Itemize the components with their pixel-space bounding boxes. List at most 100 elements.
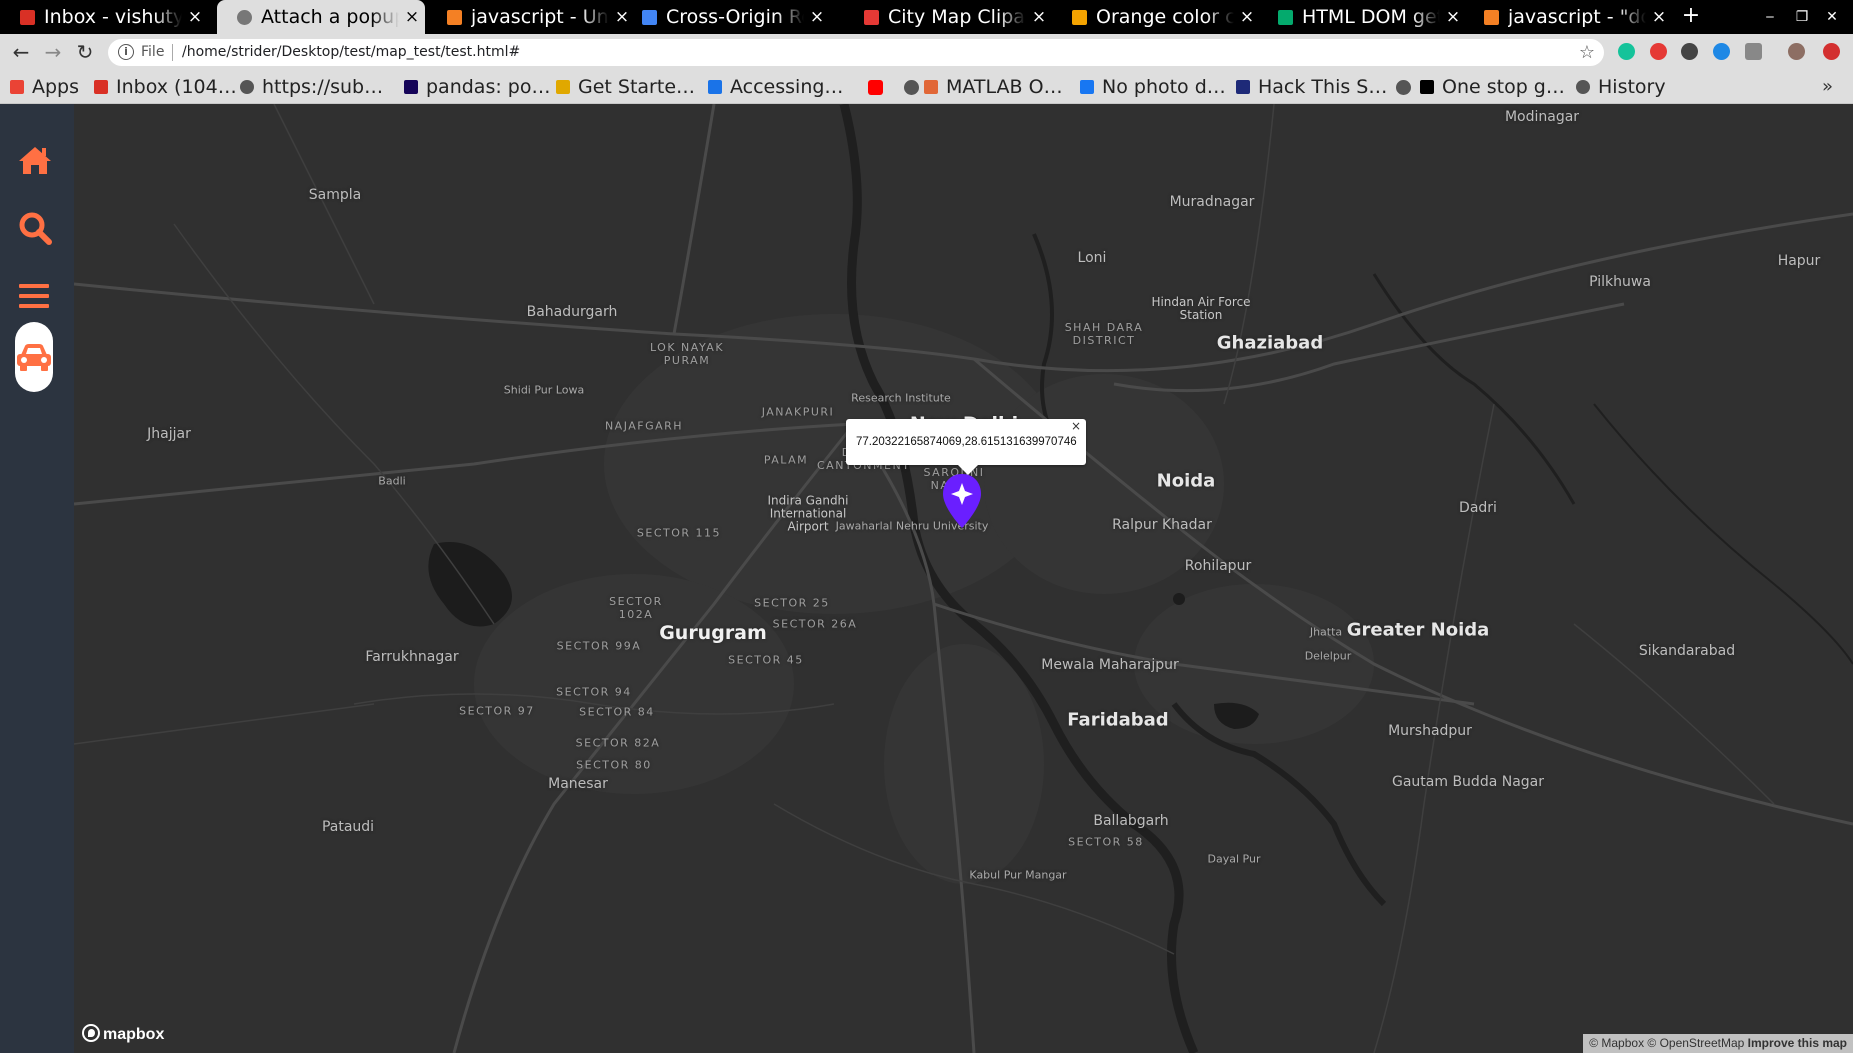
url-separator	[172, 44, 173, 61]
new-tab-button[interactable]: +	[1681, 0, 1701, 34]
update-icon[interactable]	[1823, 43, 1840, 60]
place-label: SECTOR 99A	[556, 639, 642, 653]
bookmark-item[interactable]: Accessing…	[708, 70, 843, 104]
place-label: Shidi Pur Lowa	[503, 383, 585, 397]
place-label: PALAM	[763, 453, 809, 467]
url-scheme: File	[141, 44, 165, 60]
map-marker-icon[interactable]	[940, 472, 984, 530]
bookmarks-overflow-button[interactable]: »	[1822, 70, 1833, 104]
bookmark-star-icon[interactable]: ☆	[1579, 39, 1595, 66]
map-basemap	[74, 104, 1853, 1053]
search-icon[interactable]	[15, 208, 55, 248]
bookmark-item[interactable]: History	[1576, 70, 1666, 104]
browser-tab[interactable]: HTML DOM getElement×	[1258, 0, 1466, 34]
extension-red-icon[interactable]	[1650, 43, 1667, 60]
mapbox-logo-text: mapbox	[103, 1026, 165, 1043]
mapbox-logo[interactable]: mapbox	[82, 1024, 164, 1046]
youtube-icon[interactable]	[868, 80, 883, 95]
extension-dark-icon[interactable]	[1681, 43, 1698, 60]
place-label: Gautam Budda Nagar	[1391, 774, 1545, 790]
place-label: Sampla	[308, 187, 362, 203]
popup-close-button[interactable]: ×	[1070, 419, 1082, 433]
bookmark-label: One stop g…	[1442, 76, 1565, 98]
car-button[interactable]	[15, 322, 53, 392]
bookmark-item[interactable]: Inbox (104…	[94, 70, 237, 104]
bookmark-item[interactable]: https://sub…	[240, 70, 383, 104]
bookmark-label: Hack This S…	[1258, 76, 1388, 98]
info-icon[interactable]: i	[118, 44, 134, 60]
browser-tab[interactable]: City Map Clipart,×	[844, 0, 1052, 34]
close-tab-icon[interactable]: ×	[186, 0, 204, 34]
bookmark-item[interactable]: No photo d…	[1080, 70, 1226, 104]
mapbox-logo-icon	[82, 1024, 100, 1042]
close-tab-icon[interactable]: ×	[1650, 0, 1668, 34]
tab-title: Attach a popup to a marker	[261, 6, 399, 28]
place-label: Ghaziabad	[1216, 332, 1324, 354]
bookmark-item[interactable]: MATLAB O…	[924, 70, 1063, 104]
close-tab-icon[interactable]: ×	[1444, 0, 1462, 34]
sidebar	[0, 104, 74, 1053]
forward-button[interactable]: →	[40, 34, 66, 70]
home-icon[interactable]	[15, 140, 55, 180]
place-label: Delelpur	[1304, 649, 1352, 663]
place-label: Research Institute	[851, 391, 951, 405]
bookmark-label: MATLAB O…	[946, 76, 1063, 98]
improve-map-link[interactable]: Improve this map	[1748, 1036, 1847, 1050]
browser-tab[interactable]: Inbox - vishutyagi×	[0, 0, 208, 34]
browser-tab[interactable]: javascript - "document×	[1464, 0, 1672, 34]
bookmark-label: https://sub…	[262, 76, 384, 98]
browser-tab[interactable]: Cross-Origin Read Blocking×	[622, 0, 830, 34]
restore-button[interactable]: ❐	[1792, 0, 1812, 34]
close-tab-icon[interactable]: ×	[1238, 0, 1256, 34]
map-canvas[interactable]: Modinagar Muradnagar Sampla Loni Hapur Pilkhu…	[74, 104, 1853, 1053]
bookmark-item[interactable]: pandas: po…	[404, 70, 550, 104]
bookmark-label: Apps	[32, 76, 80, 98]
tab-title: javascript - Uncaught	[471, 6, 609, 28]
gmail-icon	[20, 10, 35, 25]
close-window-button[interactable]: ✕	[1822, 0, 1842, 34]
place-label: Dayal Pur	[1207, 852, 1261, 866]
profile-avatar[interactable]	[1788, 43, 1805, 60]
extension-chart-icon[interactable]	[1745, 43, 1762, 60]
bookmark-label: History	[1598, 76, 1666, 98]
place-label: Murshadpur	[1388, 723, 1472, 739]
globe-icon[interactable]	[1396, 80, 1411, 95]
bookmark-item[interactable]: Hack This S…	[1236, 70, 1387, 104]
bookmark-label: Inbox (104…	[116, 76, 237, 98]
place-label: JANAKPURI	[761, 405, 835, 419]
reload-button[interactable]: ↻	[72, 34, 98, 70]
matlab-icon	[924, 80, 938, 94]
bookmark-item[interactable]: Apps	[10, 70, 79, 104]
place-label: Manesar	[548, 776, 608, 792]
back-button[interactable]: ←	[8, 34, 34, 70]
place-label: LOK NAYAK PURAM	[649, 341, 725, 367]
address-bar[interactable]: i File /home/strider/Desktop/test/map_te…	[108, 39, 1604, 66]
place-label: Pilkhuwa	[1589, 274, 1651, 290]
menu-icon[interactable]	[15, 276, 55, 316]
browser-tab[interactable]: javascript - Uncaught×	[427, 0, 635, 34]
place-label: SECTOR 26A	[772, 617, 858, 631]
close-tab-icon[interactable]: ×	[1030, 0, 1048, 34]
place-label: Modinagar	[1504, 109, 1580, 125]
browser-tab[interactable]: Orange color codes×	[1052, 0, 1260, 34]
clipart-icon	[864, 10, 879, 25]
close-tab-icon[interactable]: ×	[808, 0, 826, 34]
extension-blue-icon[interactable]	[1713, 43, 1730, 60]
car-icon	[17, 344, 51, 371]
url-text[interactable]: /home/strider/Desktop/test/map_test/test…	[182, 39, 520, 66]
globe-icon[interactable]	[904, 80, 919, 95]
minimize-button[interactable]: ‒	[1760, 0, 1780, 34]
tab-title: javascript - "document	[1508, 6, 1646, 28]
place-label: Faridabad	[1067, 709, 1169, 731]
apps-grid-icon	[10, 80, 24, 94]
marker-popup: 77.20322165874069,28.615131639970746 ×	[846, 419, 1086, 475]
bookmark-item[interactable]: One stop g…	[1420, 70, 1565, 104]
infinity-icon	[708, 80, 722, 94]
attribution-text[interactable]: © Mapbox © OpenStreetMap	[1589, 1036, 1744, 1050]
tab-title: Orange color codes	[1096, 6, 1234, 28]
place-label: Ralpur Khadar	[1112, 517, 1212, 533]
grammarly-icon[interactable]	[1618, 43, 1635, 60]
close-tab-icon[interactable]: ×	[403, 0, 421, 34]
bookmark-item[interactable]: Get Starte…	[556, 70, 695, 104]
browser-tab[interactable]: Attach a popup to a marker×	[217, 0, 425, 34]
